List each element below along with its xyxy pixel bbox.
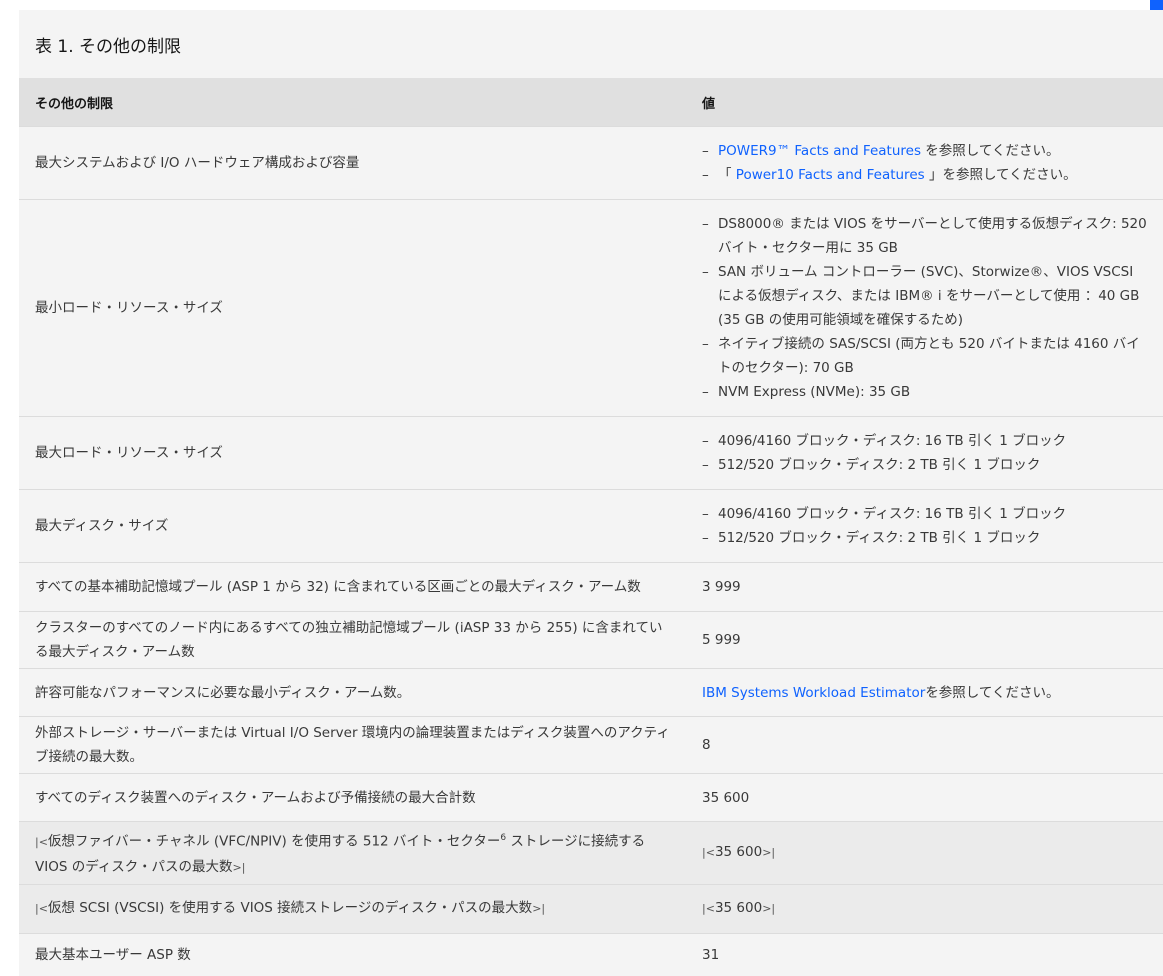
limit-label: すべてのディスク装置へのディスク・アームおよび予備接続の最大合計数 (35, 789, 476, 806)
value-cell: 4096/4160 ブロック・ディスク: 16 TB 引く 1 ブロック 512/… (686, 489, 1163, 563)
value-cell: 8 (686, 716, 1163, 774)
value-text: 4096/4160 ブロック・ディスク: 16 TB 引く 1 ブロック (718, 506, 1067, 522)
value-list: 4096/4160 ブロック・ディスク: 16 TB 引く 1 ブロック 512/… (702, 502, 1147, 550)
facts-features-link[interactable]: Power10 Facts and Features (732, 167, 929, 183)
header-value: 値 (686, 78, 1163, 127)
value-text: 512/520 ブロック・ディスク: 2 TB 引く 1 ブロック (718, 457, 1041, 473)
link-suffix: を参照してください。 (920, 143, 1060, 159)
value-list: POWER9™ Facts and Features を参照してください。「 P… (702, 139, 1147, 187)
limit-cell: 最小ロード・リソース・サイズ (19, 199, 686, 417)
table-row: |<仮想 SCSI (VSCSI) を使用する VIOS 接続ストレージのディス… (19, 883, 1163, 933)
bracket: 「 (718, 167, 732, 183)
value-list-item: SAN ボリューム コントローラー (SVC)、Storwize®、VIOS V… (702, 260, 1147, 332)
value-list-item: NVM Express (NVMe): 35 GB (702, 380, 1147, 404)
limit-label: 最大システムおよび I/O ハードウェア構成および容量 (35, 155, 360, 171)
limit-label: クラスターのすべてのノード内にあるすべての独立補助記憶域プール (iASP 33… (35, 620, 663, 660)
limit-label: 外部ストレージ・サーバーまたは Virtual I/O Server 環境内の論… (35, 725, 670, 765)
value-cell: 3 999 (686, 562, 1163, 612)
header-limit: その他の制限 (19, 78, 686, 127)
table-row: 最小ロード・リソース・サイズ DS8000® または VIOS をサーバーとして使… (19, 199, 1163, 417)
value-cell: 31 (686, 932, 1163, 976)
limit-cell: |<仮想ファイバー・チャネル (VFC/NPIV) を使用する 512 バイト・… (19, 821, 686, 884)
value-text: 31 (702, 946, 720, 963)
value-cell: 5 999 (686, 611, 1163, 669)
limit-cell: 最大システムおよび I/O ハードウェア構成および容量 (19, 126, 686, 200)
value-list-item: 512/520 ブロック・ディスク: 2 TB 引く 1 ブロック (702, 526, 1147, 550)
limit-label: 最大ディスク・サイズ (35, 518, 169, 534)
value-cell: 35 600 (686, 773, 1163, 822)
change-marker: |< (35, 902, 48, 915)
value-text: 35 600 (714, 844, 763, 861)
change-marker: >| (762, 846, 776, 860)
value-cell: IBM Systems Workload Estimatorを参照してください。 (686, 668, 1163, 717)
value-list-item: 「 Power10 Facts and Features 」を参照してください。 (702, 163, 1147, 187)
change-marker: |< (702, 902, 715, 915)
change-marker: |< (35, 835, 48, 849)
value-cell: |<35 600>| (686, 821, 1163, 884)
value-list-item: ネイティブ接続の SAS/SCSI (両方とも 520 バイトまたは 4160 … (702, 332, 1147, 380)
table-row: クラスターのすべてのノード内にあるすべての独立補助記憶域プール (iASP 33… (19, 611, 1163, 669)
link-suffix: 」を参照してください。 (928, 167, 1077, 183)
table-row: すべてのディスク装置へのディスク・アームおよび予備接続の最大合計数 35 600 (19, 773, 1163, 822)
facts-features-link[interactable]: POWER9™ Facts and Features (718, 143, 921, 159)
table-caption: 表 1. その他の制限 (35, 36, 182, 57)
value-text: ネイティブ接続の SAS/SCSI (両方とも 520 バイトまたは 4160 … (718, 336, 1140, 376)
limit-cell: すべての基本補助記憶域プール (ASP 1 から 32) に含まれている区画ごと… (19, 562, 686, 612)
limit-label: 仮想ファイバー・チャネル (VFC/NPIV) を使用する 512 バイト・セク… (47, 833, 501, 850)
table-row: 最大ロード・リソース・サイズ 4096/4160 ブロック・ディスク: 16 TB… (19, 416, 1163, 490)
change-marker: >| (762, 902, 776, 915)
value-cell: POWER9™ Facts and Features を参照してください。「 P… (686, 126, 1163, 200)
limits-table-container: 表 1. その他の制限 その他の制限 値 最大システムおよび I/O ハードウェ… (19, 10, 1163, 976)
table-row: 外部ストレージ・サーバーまたは Virtual I/O Server 環境内の論… (19, 716, 1163, 774)
limit-label: 許容可能なパフォーマンスに必要な最小ディスク・アーム数。 (35, 684, 411, 701)
limit-label: 最大ロード・リソース・サイズ (35, 445, 223, 461)
value-text: 3 999 (702, 579, 741, 595)
value-text: NVM Express (NVMe): 35 GB (718, 384, 911, 400)
workload-estimator-link[interactable]: IBM Systems Workload Estimator (702, 685, 925, 701)
table-row: 最大ディスク・サイズ 4096/4160 ブロック・ディスク: 16 TB 引く … (19, 489, 1163, 563)
table-row: すべての基本補助記憶域プール (ASP 1 から 32) に含まれている区画ごと… (19, 562, 1163, 612)
limit-cell: 最大ロード・リソース・サイズ (19, 416, 686, 490)
limit-cell: 許容可能なパフォーマンスに必要な最小ディスク・アーム数。 (19, 668, 686, 717)
value-cell: 4096/4160 ブロック・ディスク: 16 TB 引く 1 ブロック 512/… (686, 416, 1163, 490)
value-list-item: POWER9™ Facts and Features を参照してください。 (702, 139, 1147, 163)
value-list-item: 4096/4160 ブロック・ディスク: 16 TB 引く 1 ブロック (702, 502, 1147, 526)
link-suffix: を参照してください。 (925, 684, 1060, 701)
value-cell: DS8000® または VIOS をサーバーとして使用する仮想ディスク: 520… (686, 199, 1163, 417)
table-header-row: その他の制限 値 (19, 78, 1163, 127)
limits-table: その他の制限 値 最大システムおよび I/O ハードウェア構成および容量 POWE… (19, 78, 1163, 976)
limit-cell: 最大基本ユーザー ASP 数 (19, 932, 686, 976)
value-text: SAN ボリューム コントローラー (SVC)、Storwize®、VIOS V… (718, 264, 1140, 328)
limit-label: すべての基本補助記憶域プール (ASP 1 から 32) に含まれている区画ごと… (35, 579, 641, 595)
value-cell: |<35 600>| (686, 883, 1163, 933)
limit-label: 最大基本ユーザー ASP 数 (35, 946, 191, 963)
limit-cell: 外部ストレージ・サーバーまたは Virtual I/O Server 環境内の論… (19, 716, 686, 774)
change-marker: |< (702, 846, 715, 860)
limit-cell: すべてのディスク装置へのディスク・アームおよび予備接続の最大合計数 (19, 773, 686, 822)
value-text: 8 (702, 737, 711, 753)
value-list-item: 512/520 ブロック・ディスク: 2 TB 引く 1 ブロック (702, 453, 1147, 477)
change-marker: >| (232, 860, 246, 874)
value-list: DS8000® または VIOS をサーバーとして使用する仮想ディスク: 520… (702, 212, 1147, 404)
table-row: 許容可能なパフォーマンスに必要な最小ディスク・アーム数。 IBM Systems … (19, 668, 1163, 717)
value-text: 512/520 ブロック・ディスク: 2 TB 引く 1 ブロック (718, 530, 1041, 546)
value-text: 35 600 (714, 900, 763, 916)
value-list: 4096/4160 ブロック・ディスク: 16 TB 引く 1 ブロック 512/… (702, 429, 1147, 477)
limit-cell: 最大ディスク・サイズ (19, 489, 686, 563)
value-list-item: DS8000® または VIOS をサーバーとして使用する仮想ディスク: 520… (702, 212, 1147, 260)
value-text: 5 999 (702, 632, 741, 648)
limit-cell: |<仮想 SCSI (VSCSI) を使用する VIOS 接続ストレージのディス… (19, 883, 686, 933)
value-text: 35 600 (702, 789, 750, 806)
value-list-item: 4096/4160 ブロック・ディスク: 16 TB 引く 1 ブロック (702, 429, 1147, 453)
limit-label: 最小ロード・リソース・サイズ (35, 300, 223, 316)
limit-label: 仮想 SCSI (VSCSI) を使用する VIOS 接続ストレージのディスク・… (47, 900, 533, 916)
value-text: 4096/4160 ブロック・ディスク: 16 TB 引く 1 ブロック (718, 433, 1067, 449)
table-row: 最大システムおよび I/O ハードウェア構成および容量 POWER9™ Facts… (19, 126, 1163, 200)
table-row: |<仮想ファイバー・チャネル (VFC/NPIV) を使用する 512 バイト・… (19, 821, 1163, 884)
value-text: DS8000® または VIOS をサーバーとして使用する仮想ディスク: 520… (718, 216, 1147, 256)
limit-cell: クラスターのすべてのノード内にあるすべての独立補助記憶域プール (iASP 33… (19, 611, 686, 669)
table-row: 最大基本ユーザー ASP 数 31 (19, 932, 1163, 976)
change-marker: >| (532, 902, 546, 915)
